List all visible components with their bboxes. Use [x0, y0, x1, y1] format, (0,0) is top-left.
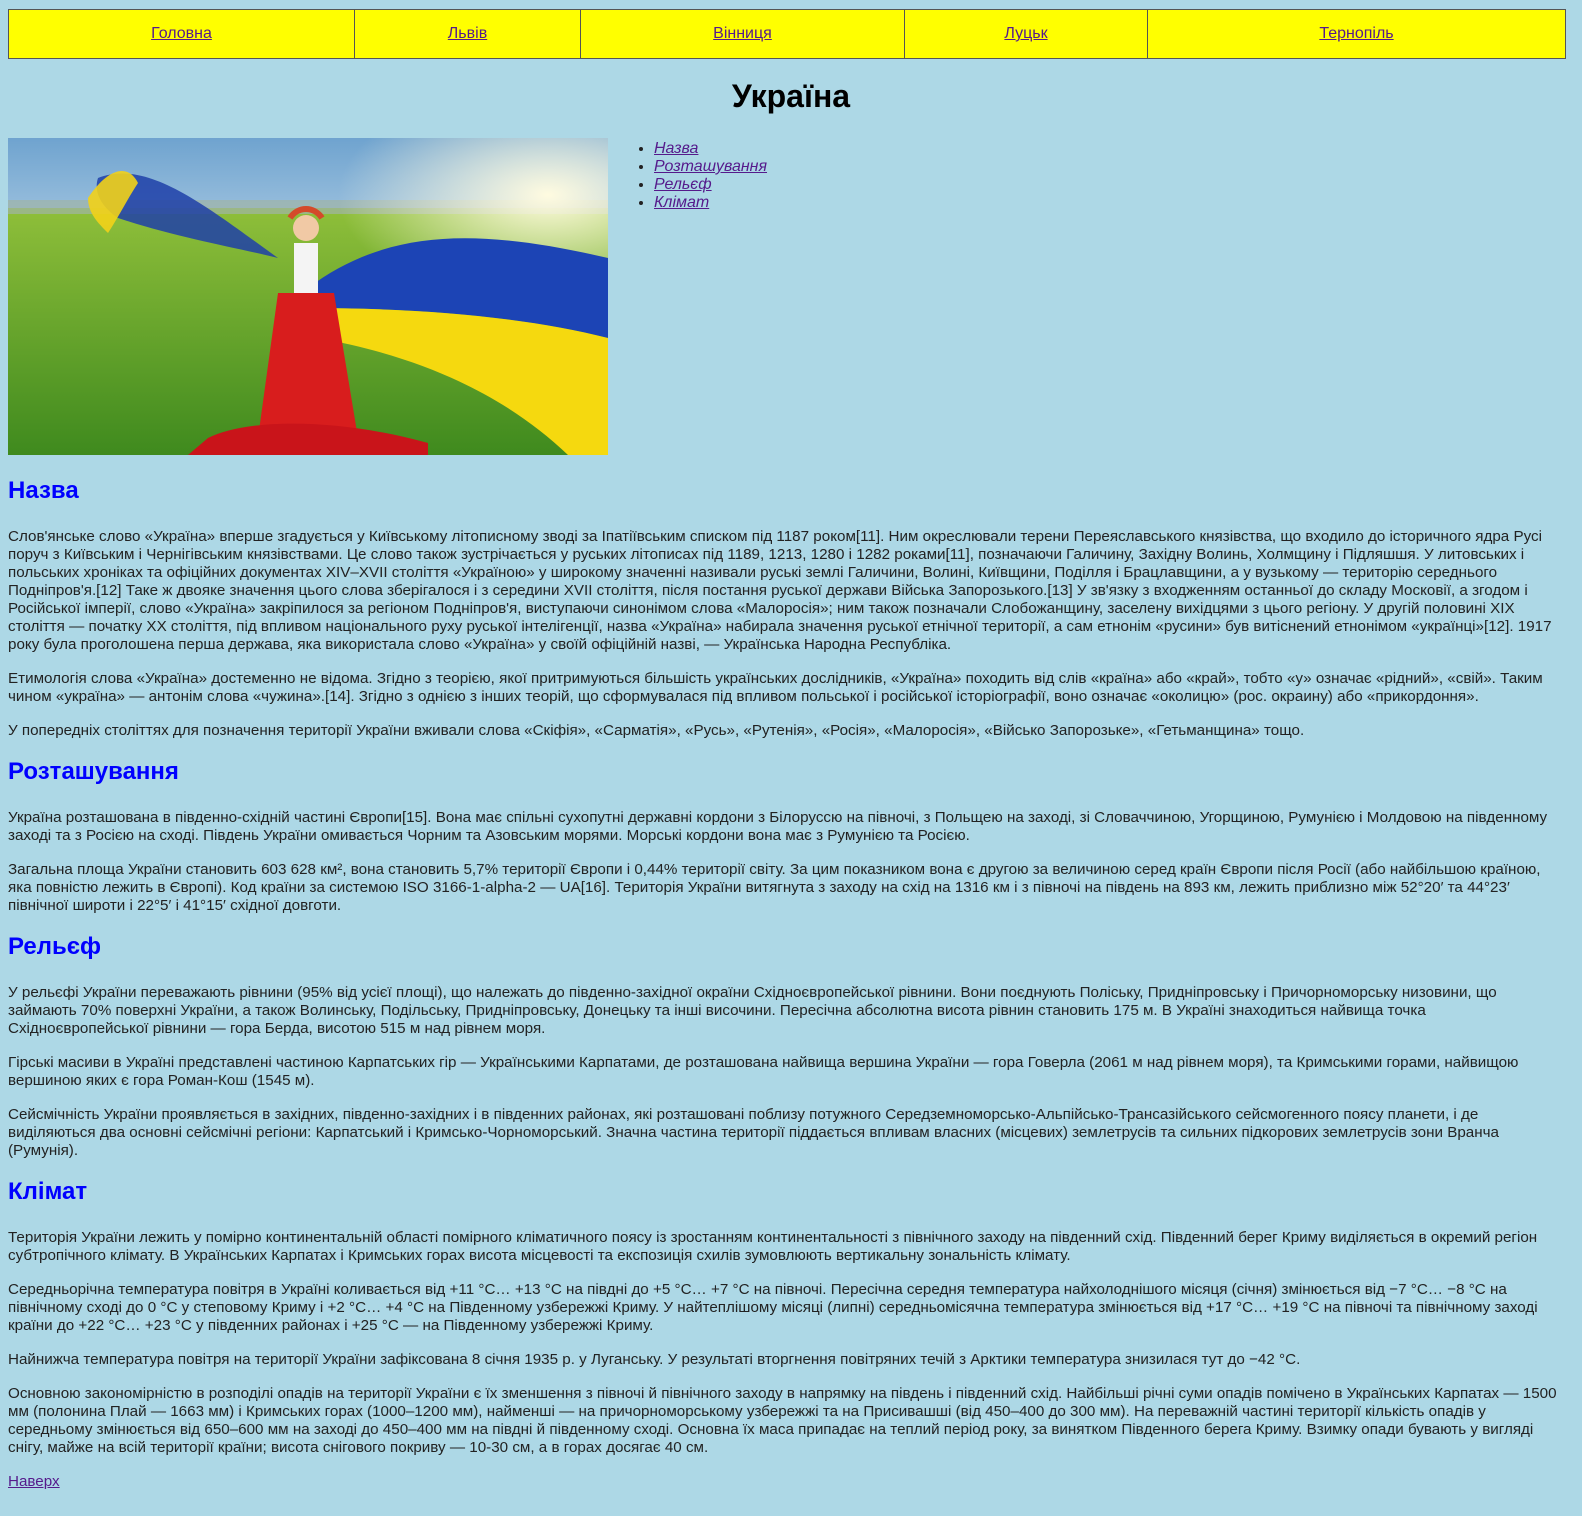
main-content: Назва Слов'янське слово «Україна» вперше…	[8, 476, 1564, 1491]
top-navigation: Головна Львів Вінниця Луцьк Тернопіль	[8, 9, 1566, 59]
section-heading-name: Назва	[8, 477, 79, 504]
paragraph: У рельєфі України переважають рівнини (9…	[8, 984, 1497, 1037]
section-heading-relief: Рельєф	[8, 933, 102, 960]
paragraph: Слов'янське слово «Україна» вперше згаду…	[8, 528, 1552, 653]
paragraph: Найнижча температура повітря на територі…	[8, 1351, 1301, 1368]
paragraph: Гірські масиви в Україні представлені ча…	[8, 1054, 1519, 1089]
paragraph: Територія України лежить у помірно конти…	[8, 1229, 1538, 1264]
nav-cell-home: Головна	[9, 10, 355, 58]
nav-cell-lutsk: Луцьк	[905, 10, 1148, 58]
nav-cell-ternopil: Тернопіль	[1148, 10, 1565, 58]
paragraph: У попередніх століттях для позначення те…	[8, 722, 1305, 739]
paragraph: Україна розташована в південно-східній ч…	[8, 809, 1548, 844]
toc-link-relief[interactable]: Рельєф	[654, 176, 712, 193]
nav-link-lutsk[interactable]: Луцьк	[1004, 25, 1047, 43]
paragraph: Загальна площа України становить 603 628…	[8, 861, 1541, 914]
nav-link-lviv[interactable]: Львів	[448, 25, 487, 43]
back-to-top-link[interactable]: Наверх	[8, 1473, 60, 1490]
nav-link-ternopil[interactable]: Тернопіль	[1319, 25, 1393, 43]
paragraph: Сейсмічність України проявляється в захі…	[8, 1106, 1499, 1159]
toc-item: Назва	[654, 140, 767, 158]
nav-link-home[interactable]: Головна	[151, 25, 212, 43]
paragraph: Основною закономірністю в розподілі опад…	[8, 1385, 1557, 1456]
table-of-contents: Назва Розташування Рельєф Клімат	[638, 140, 767, 212]
toc-link-climate[interactable]: Клімат	[654, 194, 709, 211]
nav-link-vinnytsia[interactable]: Вінниця	[713, 25, 772, 43]
paragraph: Етимологія слова «Україна» достеменно не…	[8, 670, 1543, 705]
toc-link-location[interactable]: Розташування	[654, 158, 767, 175]
paragraph: Середньорічна температура повітря в Укра…	[8, 1281, 1538, 1334]
toc-link-name[interactable]: Назва	[654, 140, 698, 157]
hero-image	[8, 138, 608, 455]
page-title: Україна	[731, 78, 851, 114]
toc-item: Клімат	[654, 194, 767, 212]
toc-item: Рельєф	[654, 176, 767, 194]
section-heading-location: Розташування	[8, 758, 179, 785]
nav-cell-lviv: Львів	[355, 10, 581, 58]
toc-item: Розташування	[654, 158, 767, 176]
section-heading-climate: Клімат	[8, 1178, 88, 1205]
nav-cell-vinnytsia: Вінниця	[581, 10, 905, 58]
